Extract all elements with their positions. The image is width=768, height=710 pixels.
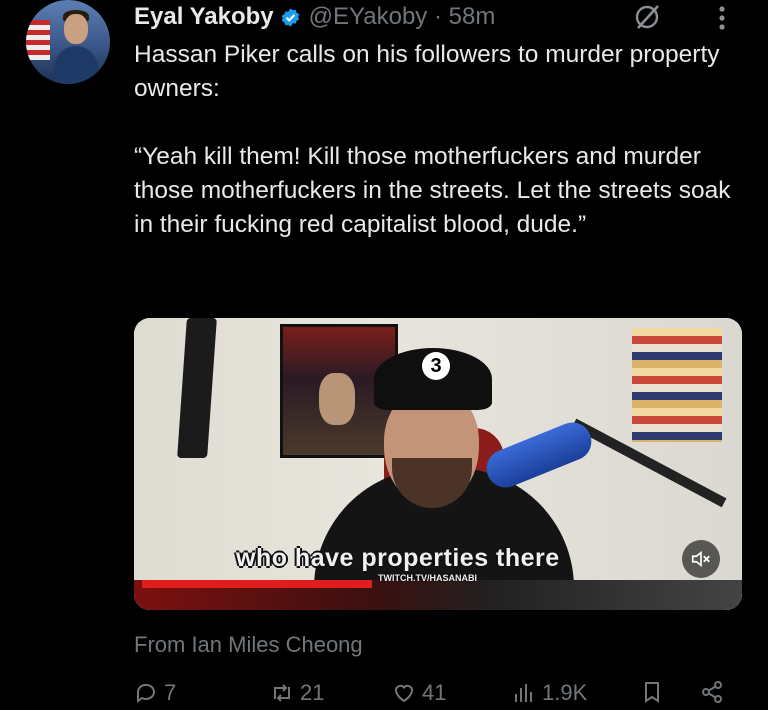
action-bar: 7 21 41 1.9K	[0, 680, 768, 710]
verified-badge-icon	[281, 7, 299, 27]
reply-icon	[136, 683, 155, 703]
video-subtitle: who have properties there	[236, 544, 560, 572]
time-separator: ·	[433, 3, 442, 30]
video-attribution[interactable]: From Ian Miles Cheong	[134, 632, 363, 658]
avatar[interactable]	[26, 0, 110, 84]
post-time[interactable]: 58m	[449, 3, 496, 31]
share-button[interactable]	[700, 680, 730, 704]
like-count: 41	[422, 680, 447, 705]
grok-icon[interactable]	[634, 4, 660, 30]
tweet-quote: “Yeah kill them! Kill those motherfucker…	[134, 143, 731, 238]
reply-button[interactable]: 7	[134, 680, 176, 706]
bookmark-button[interactable]	[640, 680, 670, 704]
tweet-paragraph: Hassan Piker calls on his followers to m…	[134, 41, 720, 102]
tweet-header: Eyal Yakoby @EYakoby · 58m	[134, 2, 495, 32]
author-handle[interactable]: @EYakoby	[309, 3, 428, 31]
like-button[interactable]: 41	[392, 680, 446, 706]
retweet-count: 21	[300, 680, 325, 705]
bookmark-icon	[645, 682, 659, 703]
reply-count: 7	[164, 680, 177, 705]
more-options-icon[interactable]	[716, 4, 728, 32]
views-button[interactable]: 1.9K	[512, 680, 587, 706]
heart-icon	[394, 684, 414, 703]
share-icon	[702, 681, 722, 703]
bookshelf	[632, 328, 722, 442]
stream-watermark: TWITCH.TV/HASANABI	[378, 573, 477, 583]
speaker-muted-icon	[691, 550, 710, 568]
retweet-button[interactable]: 21	[270, 680, 324, 706]
views-count: 1.9K	[542, 680, 588, 705]
views-chart-icon	[515, 684, 532, 702]
flag-decoration	[26, 20, 50, 60]
retweet-icon	[274, 684, 290, 702]
author-name[interactable]: Eyal Yakoby	[134, 3, 274, 31]
mute-button[interactable]	[682, 540, 720, 578]
tweet-text: Hassan Piker calls on his followers to m…	[134, 38, 744, 242]
video-player[interactable]: 3 who have properties there TWITCH.TV/HA…	[134, 318, 742, 610]
